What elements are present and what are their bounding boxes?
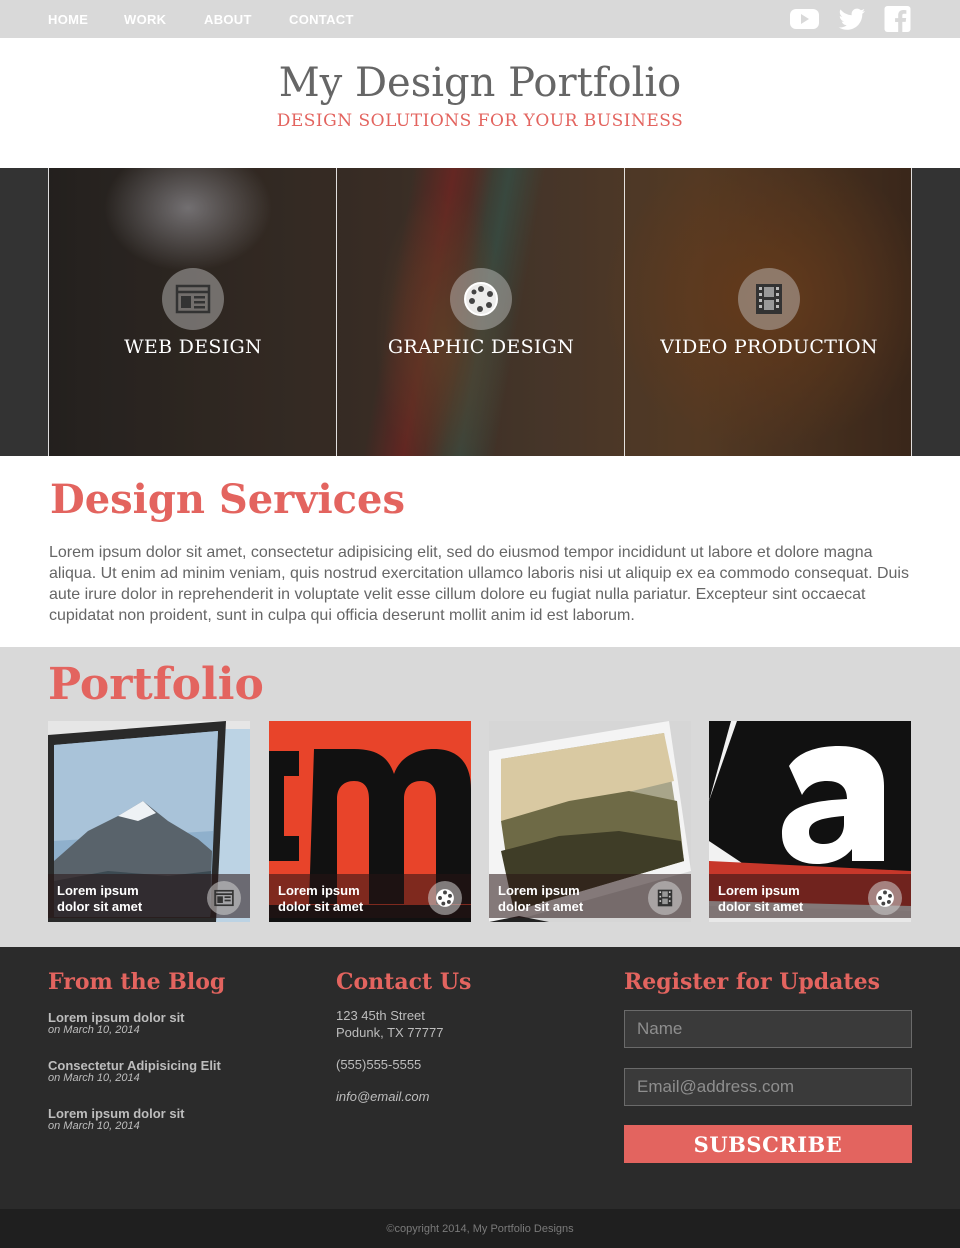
contact-heading: Contact Us (336, 969, 472, 995)
hero-panel-label: VIDEO PRODUCTION (660, 336, 878, 358)
portfolio-caption: Lorem ipsum dolor sit amet (57, 883, 143, 914)
film-strip-icon (648, 881, 682, 915)
nav-home-link[interactable]: HOME (48, 12, 88, 27)
blog-post-date: on March 10, 2014 (48, 1024, 140, 1036)
blog-post-link[interactable]: Consectetur Adipisicing Elit (48, 1058, 221, 1073)
twitter-icon[interactable] (838, 6, 866, 32)
blog-post-link[interactable]: Lorem ipsum dolor sit (48, 1010, 185, 1025)
hero-panel-web-design[interactable]: WEB DESIGN (48, 168, 336, 456)
palette-icon (450, 268, 512, 330)
palette-icon (868, 881, 902, 915)
blog-post-link[interactable]: Lorem ipsum dolor sit (48, 1106, 185, 1121)
subscribe-button[interactable]: SUBSCRIBE (624, 1125, 912, 1163)
services-description: Lorem ipsum dolor sit amet, consectetur … (49, 544, 909, 624)
site-footer: From the Blog Lorem ipsum dolor sit on M… (0, 947, 960, 1209)
email-input[interactable] (624, 1068, 912, 1106)
copyright-bar: ©copyright 2014, My Portfolio Designs (0, 1209, 960, 1248)
portfolio-heading: Portfolio (48, 659, 264, 710)
palette-icon (428, 881, 462, 915)
portfolio-item-1[interactable]: Lorem ipsum dolor sit amet (48, 721, 250, 922)
contact-email-link[interactable]: info@email.com (336, 1089, 429, 1104)
nav-contact-link[interactable]: CONTACT (289, 12, 354, 27)
hero-panel-video-production[interactable]: VIDEO PRODUCTION (624, 168, 912, 456)
top-nav: HOME WORK ABOUT CONTACT (0, 0, 960, 38)
site-title: My Design Portfolio (278, 60, 682, 106)
blog-post-date: on March 10, 2014 (48, 1120, 140, 1132)
nav-about-link[interactable]: ABOUT (204, 12, 252, 27)
film-strip-icon (738, 268, 800, 330)
portfolio-caption: Lorem ipsum dolor sit amet (498, 883, 584, 914)
browser-window-icon (207, 881, 241, 915)
nav-work-link[interactable]: WORK (124, 12, 166, 27)
portfolio-caption: Lorem ipsum dolor sit amet (718, 883, 804, 914)
hero-panel-graphic-design[interactable]: GRAPHIC DESIGN (336, 168, 624, 456)
services-heading: Design Services (50, 476, 405, 523)
register-heading: Register for Updates (624, 969, 880, 995)
portfolio-item-4[interactable]: Lorem ipsum dolor sit amet (709, 721, 911, 922)
copyright-text: ©copyright 2014, My Portfolio Designs (386, 1223, 574, 1235)
site-tagline: DESIGN SOLUTIONS FOR YOUR BUSINESS (276, 111, 684, 131)
portfolio-caption: Lorem ipsum dolor sit amet (278, 883, 364, 914)
facebook-icon[interactable] (884, 6, 911, 32)
services-hero: WEB DESIGN GRAPHIC DESIGN VIDEO PRODUCTI… (0, 168, 960, 456)
name-input[interactable] (624, 1010, 912, 1048)
portfolio-section: Portfolio Lorem ipsum dolor sit amet Lor… (0, 647, 960, 947)
browser-window-icon (162, 268, 224, 330)
hero-panel-label: WEB DESIGN (124, 336, 262, 358)
contact-city: Podunk, TX 77777 (336, 1025, 444, 1040)
hero-panel-label: GRAPHIC DESIGN (387, 336, 575, 358)
contact-street: 123 45th Street (336, 1008, 425, 1023)
portfolio-item-3[interactable]: Lorem ipsum dolor sit amet (489, 721, 691, 922)
blog-heading: From the Blog (48, 969, 226, 995)
youtube-icon[interactable] (790, 6, 819, 32)
contact-phone: (555)555-5555 (336, 1057, 422, 1072)
blog-post-date: on March 10, 2014 (48, 1072, 140, 1084)
design-services-section: Design Services Lorem ipsum dolor sit am… (0, 456, 960, 647)
site-header: My Design Portfolio DESIGN SOLUTIONS FOR… (0, 38, 960, 168)
portfolio-item-2[interactable]: Lorem ipsum dolor sit amet (269, 721, 471, 922)
